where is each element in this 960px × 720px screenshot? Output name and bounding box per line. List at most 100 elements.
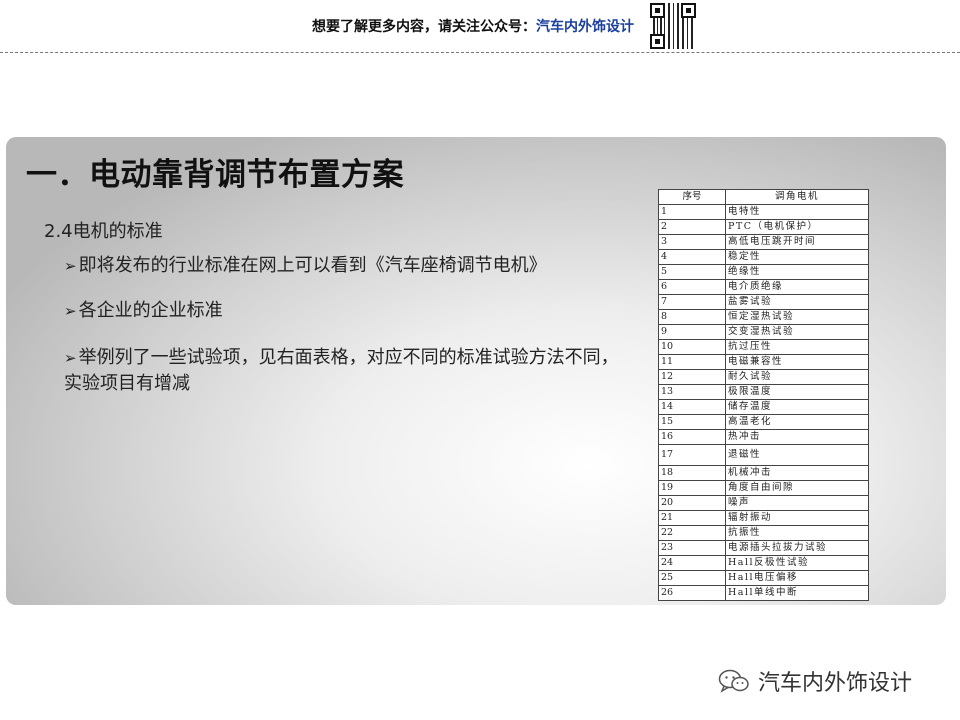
table-row: 17 退磁性: [658, 444, 869, 466]
table-cell-test: Hall反极性试验: [725, 555, 869, 571]
table-cell-no: 24: [658, 555, 726, 571]
table-row: 7 盐雾试验: [658, 294, 869, 310]
table-row: 24 Hall反极性试验: [658, 555, 869, 571]
table-row: 18 机械冲击: [658, 465, 869, 481]
table-row: 4 稳定性: [658, 249, 869, 265]
table-cell-test: PTC（电机保护）: [725, 219, 869, 235]
table-row: 22 抗振性: [658, 525, 869, 541]
table-cell-no: 3: [658, 234, 726, 250]
bullet-item: ➢ 各企业的企业标准: [64, 298, 624, 324]
qr-code-icon: [650, 3, 696, 49]
slide-panel: 一．电动靠背调节布置方案 2.4电机的标准 ➢ 即将发布的行业标准在网上可以看到《…: [6, 137, 946, 605]
table-row: 20 噪声: [658, 495, 869, 511]
column-header-motor: 调角电机: [725, 189, 869, 205]
table-cell-no: 5: [658, 264, 726, 280]
bullet-item: ➢ 即将发布的行业标准在网上可以看到《汽车座椅调节电机》: [64, 253, 624, 279]
arrow-bullet-icon: ➢: [64, 349, 77, 367]
table-row: 13 极限温度: [658, 384, 869, 400]
table-cell-no: 16: [658, 429, 726, 445]
table-row: 5 绝缘性: [658, 264, 869, 280]
table-row: 19 角度自由间隙: [658, 480, 869, 496]
table-cell-no: 8: [658, 309, 726, 325]
bullet-text: 即将发布的行业标准在网上可以看到《汽车座椅调节电机》: [78, 255, 547, 276]
table-cell-no: 13: [658, 384, 726, 400]
table-cell-test: 高温老化: [725, 414, 869, 430]
top-banner: 想要了解更多内容，请关注公众号：汽车内外饰设计: [0, 0, 960, 52]
table-cell-test: 恒定湿热试验: [725, 309, 869, 325]
table-row: 6 电介质绝缘: [658, 279, 869, 295]
table-cell-no: 2: [658, 219, 726, 235]
table-cell-test: 噪声: [725, 495, 869, 511]
table-cell-no: 4: [658, 249, 726, 265]
table-row: 15 高温老化: [658, 414, 869, 430]
table-cell-test: 退磁性: [725, 444, 869, 466]
footer-account-name: 汽车内外饰设计: [758, 671, 913, 696]
table-cell-test: 极限温度: [725, 384, 869, 400]
table-cell-no: 22: [658, 525, 726, 541]
table-cell-test: 稳定性: [725, 249, 869, 265]
banner-text: 想要了解更多内容，请关注公众号：汽车内外饰设计: [312, 16, 634, 36]
table-row: 1 电特性: [658, 204, 869, 220]
table-row: 23 电源插头拉拔力试验: [658, 540, 869, 556]
table-cell-no: 17: [658, 444, 726, 466]
table-cell-no: 18: [658, 465, 726, 481]
table-cell-no: 12: [658, 369, 726, 385]
table-cell-test: 电磁兼容性: [725, 354, 869, 370]
table-cell-test: 耐久试验: [725, 369, 869, 385]
table-cell-no: 10: [658, 339, 726, 355]
table-cell-test: 高低电压跳开时间: [725, 234, 869, 250]
table-cell-no: 26: [658, 585, 726, 601]
table-row: 11 电磁兼容性: [658, 354, 869, 370]
table-cell-no: 21: [658, 510, 726, 526]
table-cell-test: 角度自由间隙: [725, 480, 869, 496]
table-cell-test: Hall单线中断: [725, 585, 869, 601]
table-cell-test: 机械冲击: [725, 465, 869, 481]
arrow-bullet-icon: ➢: [64, 257, 77, 275]
table-cell-no: 19: [658, 480, 726, 496]
table-cell-no: 7: [658, 294, 726, 310]
table-cell-test: Hall电压偏移: [725, 570, 869, 586]
table-cell-test: 辐射振动: [725, 510, 869, 526]
table-body: 1 电特性 2 PTC（电机保护） 3 高低电压跳开时间 4 稳定性 5 绝缘性 6 电介质绝缘 7 盐雾…: [658, 204, 869, 601]
table-row: 14 储存温度: [658, 399, 869, 415]
table-cell-test: 电介质绝缘: [725, 279, 869, 295]
bullet-item: ➢ 举例列了一些试验项，见右面表格，对应不同的标准试验方法不同，实验项目有增减: [64, 345, 624, 397]
table-cell-no: 11: [658, 354, 726, 370]
table-cell-no: 6: [658, 279, 726, 295]
table-cell-no: 14: [658, 399, 726, 415]
table-cell-test: 储存温度: [725, 399, 869, 415]
table-row: 3 高低电压跳开时间: [658, 234, 869, 250]
table-row: 26 Hall单线中断: [658, 585, 869, 601]
table-cell-test: 电特性: [725, 204, 869, 220]
bullet-text: 举例列了一些试验项，见右面表格，对应不同的标准试验方法不同，实验项目有增减: [64, 347, 619, 394]
motor-test-table: 序号 调角电机 1 电特性 2 PTC（电机保护） 3 高低电压跳开时间 4 稳定性 5 绝缘性 6…: [658, 189, 869, 601]
table-cell-no: 25: [658, 570, 726, 586]
table-cell-test: 电源插头拉拔力试验: [725, 540, 869, 556]
table-row: 16 热冲击: [658, 429, 869, 445]
table-cell-no: 20: [658, 495, 726, 511]
arrow-bullet-icon: ➢: [64, 302, 77, 320]
table-cell-test: 抗振性: [725, 525, 869, 541]
banner-prefix: 想要了解更多内容，请关注公众号：: [312, 19, 536, 35]
table-header-row: 序号 调角电机: [658, 189, 869, 205]
table-row: 10 抗过压性: [658, 339, 869, 355]
section-heading: 2.4电机的标准: [44, 221, 163, 242]
table-row: 21 辐射振动: [658, 510, 869, 526]
table-cell-no: 9: [658, 324, 726, 340]
slide-title: 一．电动靠背调节布置方案: [26, 157, 404, 193]
table-cell-test: 热冲击: [725, 429, 869, 445]
table-row: 8 恒定湿热试验: [658, 309, 869, 325]
table-cell-no: 15: [658, 414, 726, 430]
column-header-no: 序号: [658, 189, 726, 205]
table-cell-no: 1: [658, 204, 726, 220]
table-row: 2 PTC（电机保护）: [658, 219, 869, 235]
table-cell-no: 23: [658, 540, 726, 556]
banner-account-name[interactable]: 汽车内外饰设计: [536, 19, 634, 35]
dashed-divider: [0, 52, 960, 53]
table-row: 25 Hall电压偏移: [658, 570, 869, 586]
table-cell-test: 盐雾试验: [725, 294, 869, 310]
table-cell-test: 绝缘性: [725, 264, 869, 280]
table-cell-test: 交变湿热试验: [725, 324, 869, 340]
table-row: 12 耐久试验: [658, 369, 869, 385]
table-cell-test: 抗过压性: [725, 339, 869, 355]
